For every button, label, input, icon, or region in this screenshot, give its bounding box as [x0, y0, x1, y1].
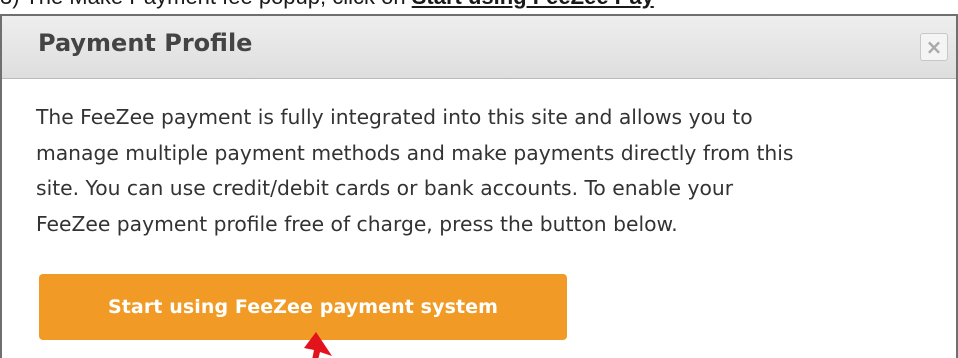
body-line: The FeeZee payment is fully integrated i… [36, 105, 753, 129]
body-line: manage multiple payment methods and make… [36, 140, 794, 165]
dialog-header: Payment Profile × [2, 16, 956, 79]
instruction-caption: 3) The Make Payment fee popup, click on … [0, 0, 654, 10]
pointer-arrow-icon [304, 332, 332, 358]
caption-prefix: 3) The Make Payment fee popup, click on [0, 0, 406, 9]
payment-profile-dialog: Payment Profile × The FeeZee payment is … [0, 14, 958, 358]
dialog-title: Payment Profile [38, 29, 253, 57]
body-line: site. You can use credit/debit cards or … [36, 176, 734, 200]
dialog-body-text: The FeeZee payment is fully integrated i… [36, 100, 936, 242]
caption-link-text: Start using FeeZee Pay [412, 0, 654, 9]
body-line: FeeZee payment profile free of charge, p… [36, 211, 678, 236]
close-icon[interactable]: × [920, 33, 948, 61]
